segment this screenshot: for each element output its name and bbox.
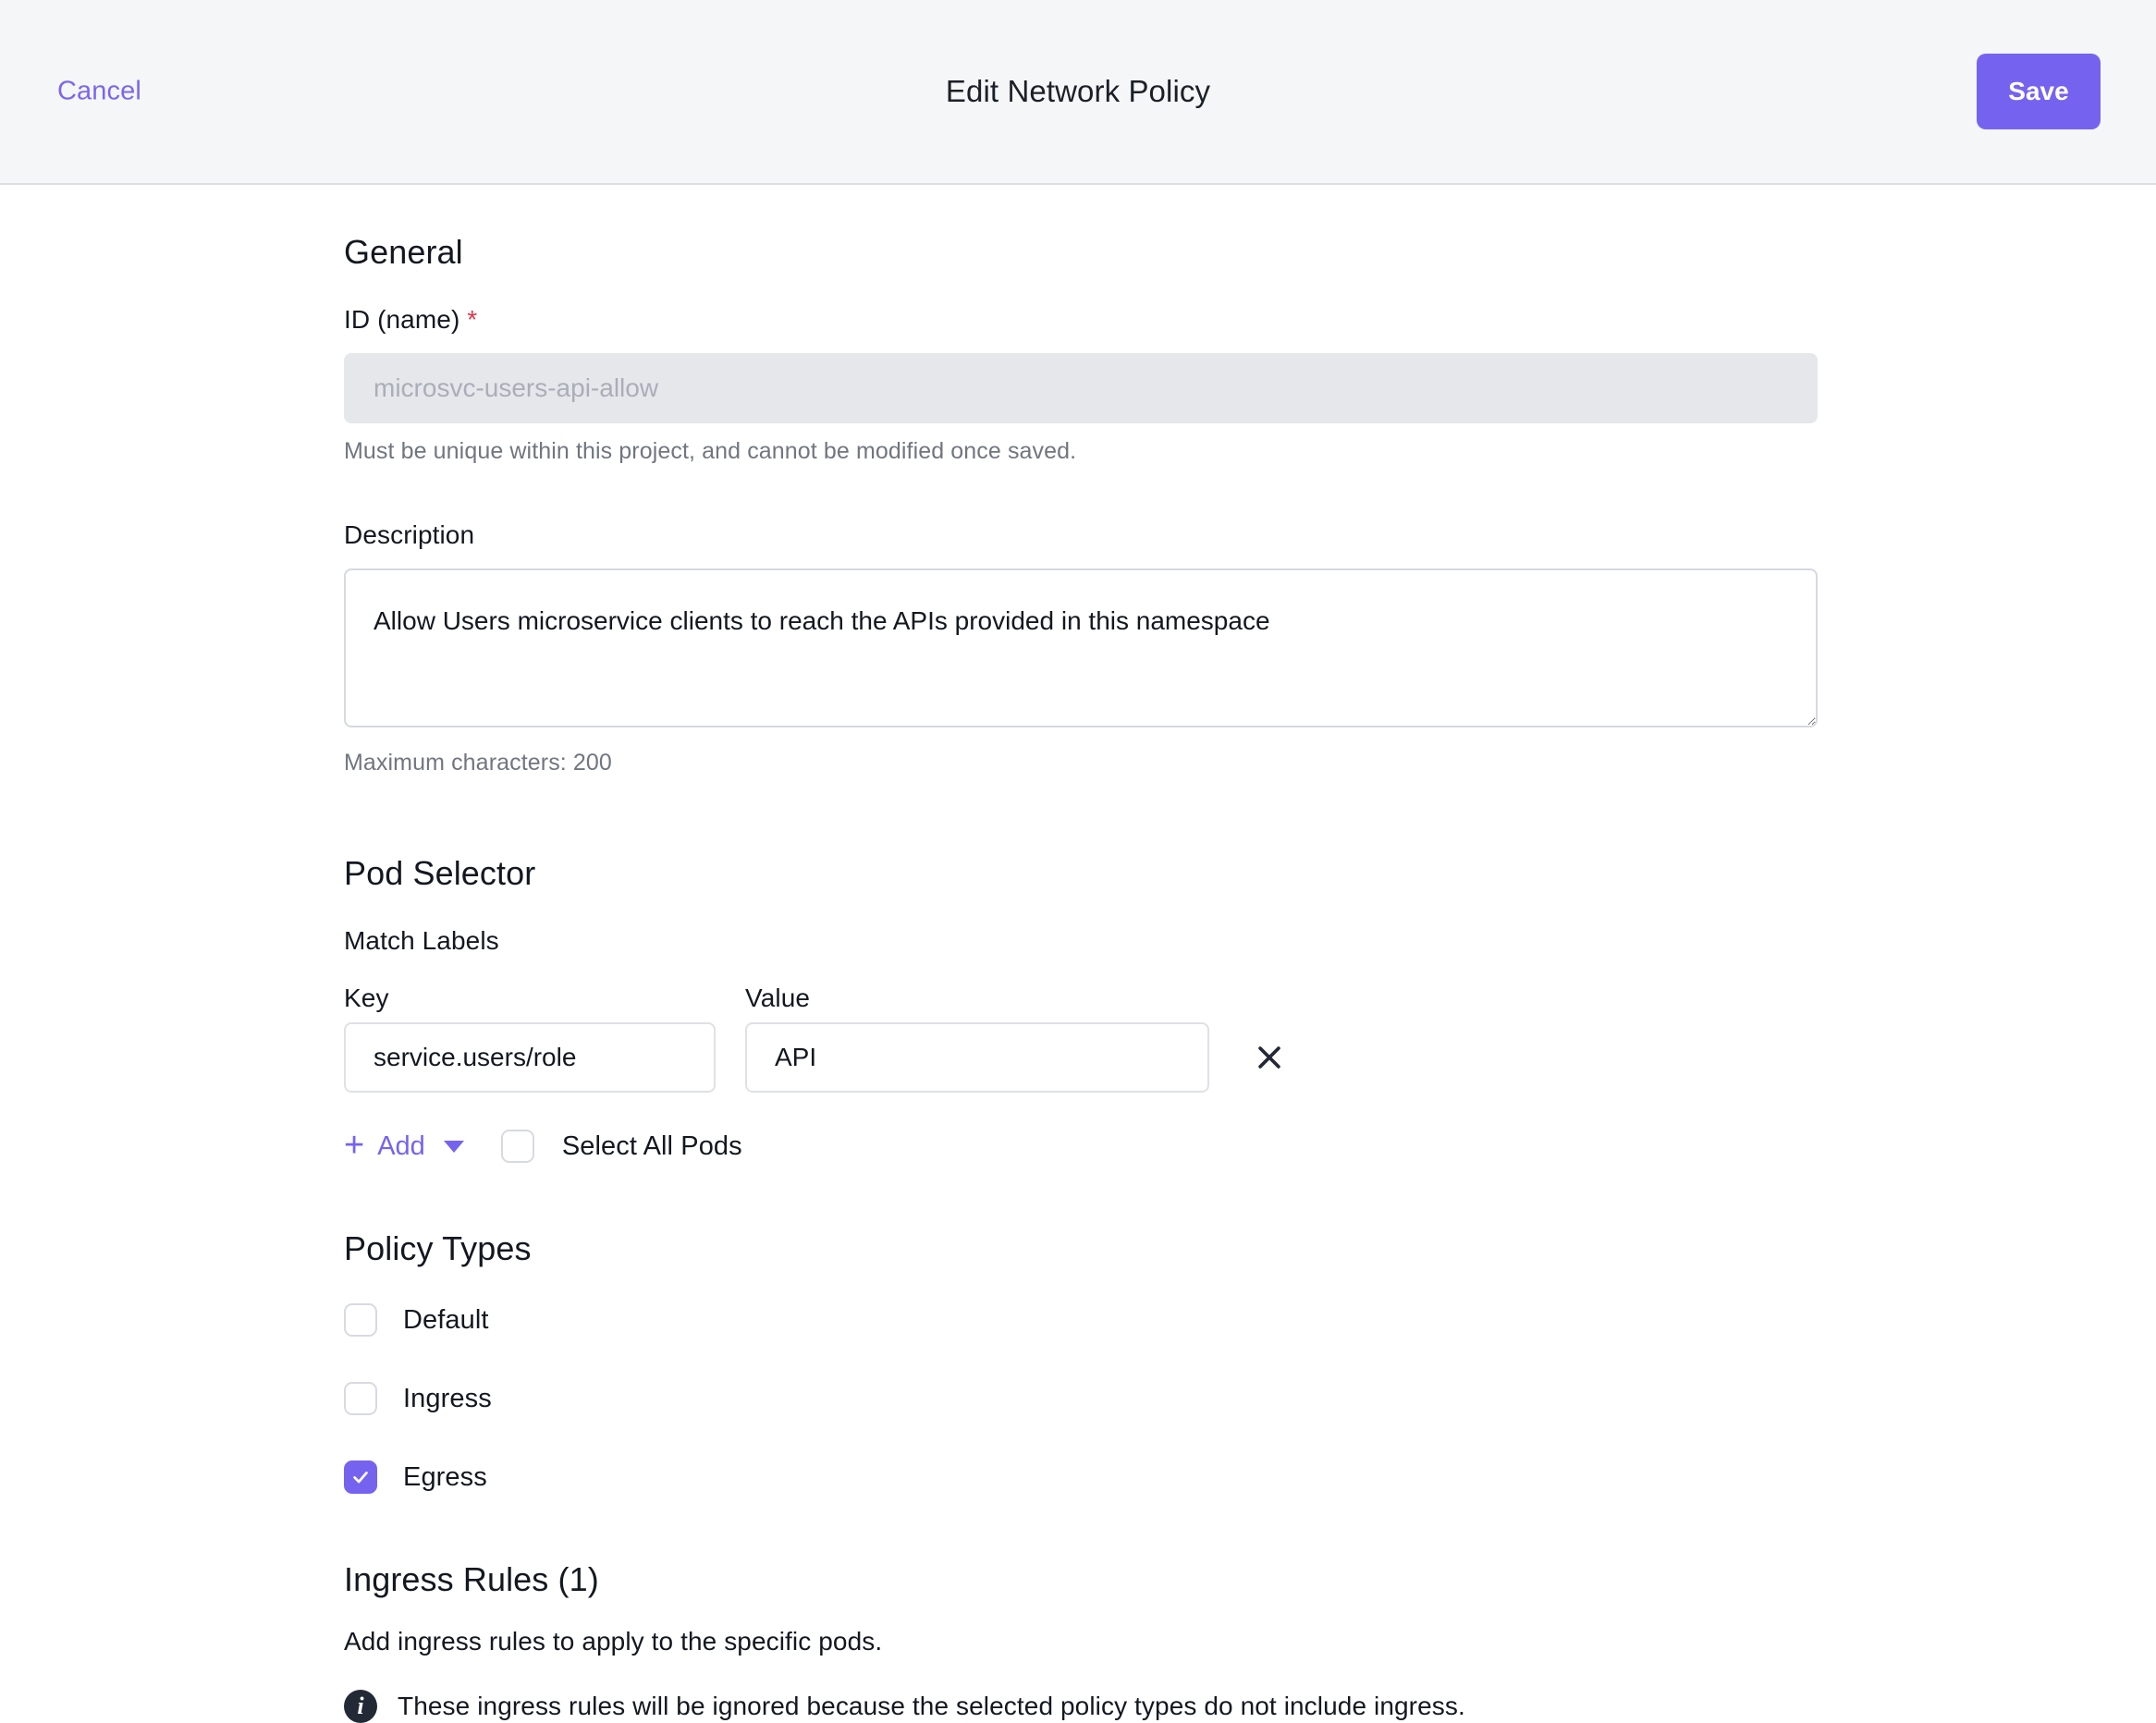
policy-type-option-egress[interactable]: Egress — [344, 1460, 1818, 1494]
add-match-label-button[interactable]: + Add — [344, 1125, 464, 1165]
ingress-rules-notice-text: These ingress rules will be ignored beca… — [398, 1692, 1465, 1720]
ingress-rules-section-title: Ingress Rules (1) — [344, 1560, 599, 1598]
policy-types-section-title: Policy Types — [344, 1229, 532, 1267]
info-icon: i — [344, 1690, 377, 1723]
remove-match-label-button[interactable] — [1248, 1036, 1291, 1079]
id-field-label: ID (name) * — [344, 305, 1818, 335]
add-button-label: Add — [377, 1130, 425, 1161]
id-field-label-text: ID (name) — [344, 305, 460, 334]
close-icon — [1258, 1046, 1280, 1069]
select-all-pods-label: Select All Pods — [561, 1130, 742, 1161]
match-label-key-input[interactable] — [344, 1022, 716, 1093]
description-help-text: Maximum characters: 200 — [344, 750, 612, 776]
policy-type-option-ingress[interactable]: Ingress — [344, 1382, 1818, 1415]
description-textarea[interactable] — [344, 568, 1818, 727]
chevron-down-icon — [443, 1140, 464, 1153]
pod-selector-section-title: Pod Selector — [344, 854, 536, 892]
policy-type-egress-label: Egress — [403, 1461, 487, 1492]
policy-type-egress-checkbox[interactable] — [344, 1460, 377, 1494]
id-help-text: Must be unique within this project, and … — [344, 438, 1077, 464]
save-button[interactable]: Save — [1977, 54, 2101, 129]
policy-types-list: Default Ingress Egress — [344, 1303, 1818, 1494]
match-label-row — [344, 1022, 1818, 1093]
policy-type-ingress-checkbox[interactable] — [344, 1382, 377, 1415]
select-all-pods-checkbox[interactable] — [500, 1130, 534, 1163]
id-name-input — [344, 353, 1818, 423]
policy-type-ingress-label: Ingress — [403, 1383, 492, 1413]
dialog-header: Cancel Edit Network Policy Save — [0, 0, 2156, 185]
policy-type-option-default[interactable]: Default — [344, 1303, 1818, 1337]
policy-type-default-label: Default — [403, 1304, 489, 1335]
policy-type-default-checkbox[interactable] — [344, 1303, 377, 1337]
match-labels-key-header: Key — [344, 984, 389, 1012]
ingress-rules-description: Add ingress rules to apply to the specif… — [344, 1627, 883, 1656]
description-field-label: Description — [344, 520, 475, 549]
match-labels-label: Match Labels — [344, 926, 499, 955]
plus-icon: + — [344, 1125, 365, 1165]
ingress-rules-notice: i These ingress rules will be ignored be… — [344, 1690, 1818, 1723]
match-label-value-input[interactable] — [745, 1022, 1209, 1093]
required-asterisk: * — [467, 305, 478, 334]
check-icon — [353, 1472, 368, 1484]
general-section-title: General — [344, 233, 463, 271]
form-body: General ID (name) * Must be unique withi… — [0, 185, 2156, 1723]
match-labels-value-header: Value — [745, 984, 811, 1012]
page-title: Edit Network Policy — [945, 74, 1211, 108]
